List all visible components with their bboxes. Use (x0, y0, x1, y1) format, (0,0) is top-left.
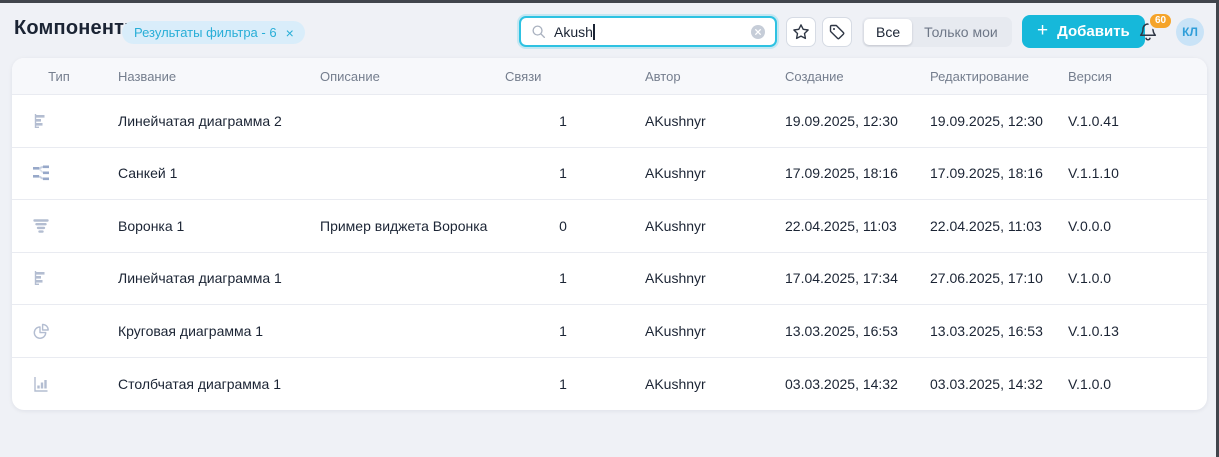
column-header-author[interactable]: Автор (633, 69, 773, 84)
cell-links: 1 (493, 323, 633, 339)
cell-created: 17.04.2025, 17:34 (773, 270, 918, 286)
table-row[interactable]: Линейчатая диаграмма 2 1 AKushnyr 19.09.… (12, 95, 1207, 148)
cell-version: V.1.0.0 (1056, 376, 1207, 392)
table-row[interactable]: Воронка 1 Пример виджета Воронка 0 AKush… (12, 200, 1207, 253)
cell-links: 1 (493, 270, 633, 286)
cell-author: AKushnyr (633, 376, 773, 392)
cell-author: AKushnyr (633, 270, 773, 286)
cell-edited: 03.03.2025, 14:32 (918, 376, 1056, 392)
avatar[interactable]: КЛ (1176, 18, 1204, 46)
tag-icon (827, 22, 847, 42)
cell-created: 03.03.2025, 14:32 (773, 376, 918, 392)
cell-name: Круговая диаграмма 1 (106, 323, 308, 339)
filter-results-label: Результаты фильтра - 6 (134, 25, 277, 40)
column-header-created[interactable]: Создание (773, 69, 918, 84)
tags-button[interactable] (822, 17, 852, 47)
cell-created: 19.09.2025, 12:30 (773, 113, 918, 129)
cell-version: V.0.0.0 (1056, 218, 1207, 234)
cell-created: 13.03.2025, 16:53 (773, 323, 918, 339)
search-icon (530, 23, 547, 40)
cell-edited: 17.09.2025, 18:16 (918, 165, 1056, 181)
sankey-icon (31, 163, 51, 183)
cell-version: V.1.1.10 (1056, 165, 1207, 181)
column-header-description[interactable]: Описание (308, 69, 493, 84)
column-header-links[interactable]: Связи (493, 69, 633, 84)
star-icon (791, 22, 811, 42)
cell-name: Санкей 1 (106, 165, 308, 181)
cell-type (12, 111, 106, 131)
cell-links: 1 (493, 113, 633, 129)
cell-links: 1 (493, 165, 633, 181)
segment-option-all[interactable]: Все (864, 19, 912, 45)
search-input[interactable]: Akush (519, 16, 777, 47)
cell-author: AKushnyr (633, 218, 773, 234)
clear-search-icon[interactable] (750, 24, 766, 40)
table-header-row: Тип Название Описание Связи Автор Создан… (12, 58, 1207, 95)
pie-chart-icon (31, 321, 51, 341)
scope-segmented-control: Все Только мои (862, 17, 1012, 47)
top-bar: Компоненты Результаты фильтра - 6 × Akus… (0, 3, 1219, 58)
add-button[interactable]: + Добавить (1022, 15, 1145, 48)
cell-created: 22.04.2025, 11:03 (773, 218, 918, 234)
cell-type (12, 374, 106, 394)
filter-badge-close-icon[interactable]: × (286, 26, 294, 40)
cell-edited: 19.09.2025, 12:30 (918, 113, 1056, 129)
cell-name: Столбчатая диаграмма 1 (106, 376, 308, 392)
cell-author: AKushnyr (633, 113, 773, 129)
components-table: Тип Название Описание Связи Автор Создан… (12, 58, 1207, 410)
table-row[interactable]: Санкей 1 1 AKushnyr 17.09.2025, 18:16 17… (12, 148, 1207, 201)
horizontal-bar-chart-icon (31, 268, 51, 288)
horizontal-bar-chart-icon (31, 111, 51, 131)
filter-results-badge[interactable]: Результаты фильтра - 6 × (122, 21, 305, 44)
cell-links: 0 (493, 218, 633, 234)
add-button-label: Добавить (1057, 23, 1130, 40)
cell-type (12, 216, 106, 236)
table-body: Линейчатая диаграмма 2 1 AKushnyr 19.09.… (12, 95, 1207, 410)
notification-count-badge: 60 (1148, 12, 1173, 30)
funnel-icon (31, 216, 51, 236)
column-header-type[interactable]: Тип (12, 69, 106, 84)
segment-option-only-mine[interactable]: Только мои (912, 19, 1010, 45)
cell-edited: 22.04.2025, 11:03 (918, 218, 1056, 234)
cell-version: V.1.0.41 (1056, 113, 1207, 129)
cell-edited: 27.06.2025, 17:10 (918, 270, 1056, 286)
favorites-button[interactable] (786, 17, 816, 47)
column-header-edited[interactable]: Редактирование (918, 69, 1056, 84)
text-cursor (593, 24, 595, 40)
column-header-version[interactable]: Версия (1056, 69, 1207, 84)
cell-author: AKushnyr (633, 165, 773, 181)
search-value: Akush (554, 24, 593, 40)
cell-created: 17.09.2025, 18:16 (773, 165, 918, 181)
cell-name: Линейчатая диаграмма 1 (106, 270, 308, 286)
cell-type (12, 321, 106, 341)
table-row[interactable]: Круговая диаграмма 1 1 AKushnyr 13.03.20… (12, 305, 1207, 358)
cell-description: Пример виджета Воронка (308, 218, 493, 234)
cell-name: Линейчатая диаграмма 2 (106, 113, 308, 129)
cell-version: V.1.0.13 (1056, 323, 1207, 339)
column-chart-icon (31, 374, 51, 394)
cell-links: 1 (493, 376, 633, 392)
cell-name: Воронка 1 (106, 218, 308, 234)
cell-type (12, 268, 106, 288)
cell-edited: 13.03.2025, 16:53 (918, 323, 1056, 339)
cell-version: V.1.0.0 (1056, 270, 1207, 286)
table-row[interactable]: Столбчатая диаграмма 1 1 AKushnyr 03.03.… (12, 358, 1207, 411)
window-frame-top (0, 0, 1219, 3)
table-row[interactable]: Линейчатая диаграмма 1 1 AKushnyr 17.04.… (12, 253, 1207, 306)
plus-icon: + (1037, 21, 1048, 40)
cell-author: AKushnyr (633, 323, 773, 339)
column-header-name[interactable]: Название (106, 69, 308, 84)
cell-type (12, 163, 106, 183)
